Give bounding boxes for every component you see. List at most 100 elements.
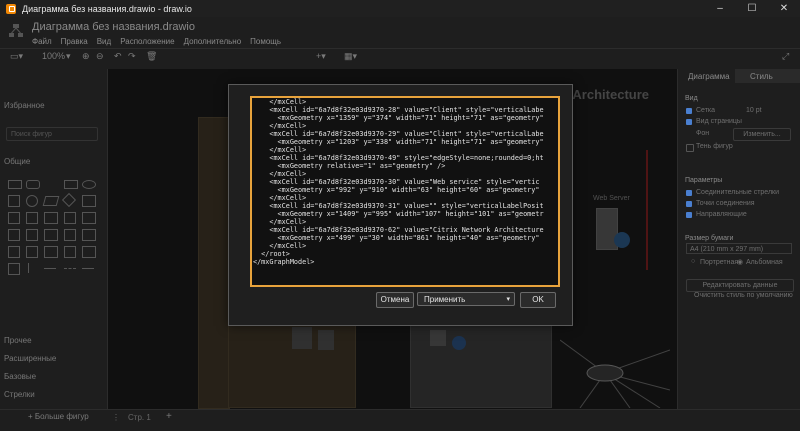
bottom-bar bbox=[0, 409, 800, 431]
paper-size-select[interactable]: A4 (210 mm x 297 mm) bbox=[686, 243, 792, 254]
shape-container[interactable] bbox=[82, 229, 96, 241]
zoom-level[interactable]: 100% bbox=[42, 51, 65, 61]
shape-actor[interactable] bbox=[64, 229, 76, 241]
favorites-section[interactable]: Избранное bbox=[4, 101, 45, 110]
shadow-label: Тень фигур bbox=[696, 143, 733, 150]
menu-extras[interactable]: Дополнительно bbox=[184, 37, 242, 46]
xml-line: <mxCell id="6a7d8f32e03d9370-31" value="… bbox=[253, 202, 544, 210]
background-label: Фон bbox=[696, 130, 710, 137]
menu-view[interactable]: Вид bbox=[97, 37, 111, 46]
xml-line: <mxGeometry x="992" y="910" width="63" h… bbox=[253, 186, 540, 194]
basic-section[interactable]: Базовые bbox=[4, 372, 36, 381]
shape-callout[interactable] bbox=[44, 229, 58, 241]
shape-internal-storage[interactable] bbox=[8, 263, 20, 275]
zoom-in-icon[interactable]: ⊕ bbox=[82, 51, 90, 62]
grid-size-input[interactable]: 10 pt bbox=[746, 107, 762, 114]
table-icon[interactable]: ▦▾ bbox=[344, 51, 357, 62]
shape-tape[interactable] bbox=[8, 246, 20, 258]
shape-trapezoid[interactable] bbox=[64, 246, 76, 258]
xml-textarea[interactable]: </mxCell> <mxCell id="6a7d8f32e03d9370-2… bbox=[250, 96, 560, 287]
close-window-button[interactable]: ✕ bbox=[768, 0, 800, 17]
tab-diagram[interactable]: Диаграмма bbox=[688, 72, 730, 81]
arrows-section[interactable]: Стрелки bbox=[4, 390, 35, 399]
zoom-out-icon[interactable]: ⊖ bbox=[96, 51, 104, 62]
shape-parallelogram[interactable] bbox=[42, 196, 60, 206]
shape-or[interactable] bbox=[82, 246, 96, 258]
edit-background-button[interactable]: Изменить... bbox=[733, 128, 791, 141]
page-tab[interactable]: Стр. 1 bbox=[128, 413, 151, 422]
xml-line: <mxCell id="6a7d8f32e03d9370-30" value="… bbox=[253, 178, 540, 186]
tab-style[interactable]: Стиль bbox=[750, 72, 773, 81]
ok-button[interactable]: OK bbox=[520, 292, 556, 308]
shape-process[interactable] bbox=[44, 246, 58, 258]
xml-line: <mxCell id="6a7d8f32e03d9370-29" value="… bbox=[253, 130, 544, 138]
page-view-checkbox[interactable] bbox=[686, 119, 692, 125]
undo-icon[interactable]: ↶ bbox=[114, 51, 122, 62]
grid-checkbox[interactable] bbox=[686, 108, 692, 114]
shape-line-vertical[interactable] bbox=[28, 263, 30, 273]
shape-ellipse[interactable] bbox=[82, 180, 96, 189]
redo-icon[interactable]: ↷ bbox=[128, 51, 136, 62]
shape-square[interactable] bbox=[8, 195, 20, 207]
shadow-checkbox[interactable] bbox=[686, 144, 694, 152]
guides-checkbox[interactable] bbox=[686, 212, 692, 218]
xml-line: <mxCell id="6a7d8f32e03d9370-49" style="… bbox=[253, 154, 544, 162]
shape-triangle[interactable] bbox=[26, 212, 38, 224]
shape-textbox[interactable] bbox=[64, 180, 78, 189]
more-shapes-button[interactable]: + Больше фигур bbox=[28, 412, 89, 421]
menu-edit[interactable]: Правка bbox=[61, 37, 88, 46]
shape-rectangle[interactable] bbox=[8, 180, 22, 189]
chevron-down-icon: ▾ bbox=[506, 296, 510, 303]
xml-line: <mxCell id="6a7d8f32e03d9370-28" value="… bbox=[253, 106, 544, 114]
shape-document[interactable] bbox=[64, 212, 76, 224]
guides-label: Направляющие bbox=[696, 211, 747, 218]
menu-arrange[interactable]: Расположение bbox=[120, 37, 174, 46]
shape-card[interactable] bbox=[8, 229, 20, 241]
minimize-button[interactable]: – bbox=[704, 0, 736, 17]
shape-text[interactable] bbox=[46, 181, 58, 186]
menu-file[interactable]: Файл bbox=[32, 37, 52, 46]
shape-cylinder[interactable] bbox=[8, 212, 20, 224]
shape-rounded-rectangle[interactable] bbox=[26, 180, 40, 189]
delete-icon[interactable]: 🗑 bbox=[146, 51, 157, 62]
apply-mode-select[interactable]: Применить ▾ bbox=[417, 292, 515, 306]
shape-hexagon[interactable] bbox=[82, 195, 96, 207]
connection-points-checkbox[interactable] bbox=[686, 201, 692, 207]
general-section[interactable]: Общие bbox=[4, 157, 30, 166]
document-name[interactable]: Диаграмма без названия.drawio bbox=[32, 21, 195, 33]
apply-mode-value: Применить bbox=[424, 295, 466, 304]
landscape-radio-icon[interactable]: ◉ bbox=[737, 258, 743, 266]
xml-line: <mxGeometry relative="1" as="geometry" /… bbox=[253, 162, 446, 170]
clear-default-style-link[interactable]: Очистить стиль по умолчанию bbox=[694, 292, 793, 299]
insert-icon[interactable]: +▾ bbox=[316, 51, 326, 62]
portrait-radio-icon[interactable]: ○ bbox=[691, 258, 695, 265]
xml-line: <mxGeometry x="1409" y="995" width="107"… bbox=[253, 210, 544, 218]
shape-search-input[interactable]: Поиск фигур bbox=[6, 127, 98, 141]
shape-note[interactable] bbox=[26, 229, 38, 241]
shape-cube[interactable] bbox=[26, 246, 38, 258]
xml-line: </root> bbox=[253, 250, 290, 258]
connection-arrows-checkbox[interactable] bbox=[686, 190, 692, 196]
xml-line: </mxCell> bbox=[253, 194, 307, 202]
edit-data-button[interactable]: Редактировать данные bbox=[686, 279, 794, 292]
xml-line: </mxCell> bbox=[253, 146, 307, 154]
add-page-button[interactable]: + bbox=[166, 411, 172, 422]
zoom-dropdown-icon[interactable]: ▾ bbox=[66, 51, 71, 62]
view-panels-icon[interactable]: ▭▾ bbox=[10, 51, 23, 62]
advanced-section[interactable]: Расширенные bbox=[4, 354, 56, 363]
connection-arrows-label: Соединительные стрелки bbox=[696, 189, 780, 196]
misc-section[interactable]: Прочее bbox=[4, 336, 32, 345]
fullscreen-icon[interactable]: ⤢ bbox=[782, 51, 789, 62]
menu-help[interactable]: Помощь bbox=[250, 37, 281, 46]
shape-line[interactable] bbox=[44, 268, 56, 269]
maximize-button[interactable]: ☐ bbox=[736, 0, 768, 17]
shape-circle[interactable] bbox=[26, 195, 38, 207]
window-title: Диаграмма без названия.drawio - draw.io bbox=[22, 3, 192, 14]
cancel-button[interactable]: Отмена bbox=[376, 292, 414, 308]
pages-menu-icon[interactable]: ⋮ bbox=[112, 413, 120, 422]
shape-cloud[interactable] bbox=[44, 212, 58, 224]
shape-dashed-line[interactable] bbox=[64, 268, 76, 269]
shape-step[interactable] bbox=[82, 212, 96, 224]
shape-arrow[interactable] bbox=[82, 268, 94, 269]
xml-line: <mxGeometry x="1359" y="374" width="71" … bbox=[253, 114, 544, 122]
